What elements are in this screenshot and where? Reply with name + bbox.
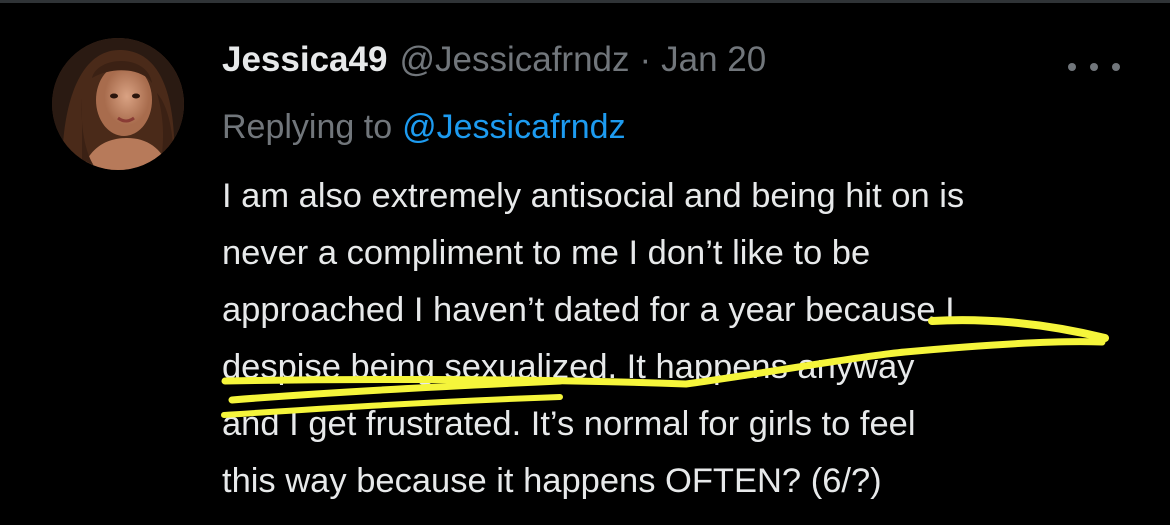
avatar-image [52, 38, 184, 170]
tweet-text-line: never a compliment to me I don’t like to… [222, 234, 871, 272]
tweet-text-line: I am also extremely antisocial and being… [222, 177, 965, 215]
tweet-text-line: this way because it happens OFTEN? (6/?) [222, 462, 882, 500]
tweet-text-line: despise being sexualized. It happens any… [222, 348, 915, 386]
timestamp[interactable]: Jan 20 [661, 40, 766, 80]
tweet-text-line: approached I haven’t dated for a year be… [222, 291, 955, 329]
tweet[interactable]: Jessica49 @Jessicafrndz · Jan 20 Replyin… [0, 0, 1170, 525]
tweet-text-line: and I get frustrated. It’s normal for gi… [222, 405, 916, 443]
tweet-text: I am also extremely antisocial and being… [222, 168, 1142, 510]
more-options-button[interactable] [1068, 52, 1120, 82]
display-name[interactable]: Jessica49 [222, 40, 387, 80]
ellipsis-icon [1068, 63, 1076, 71]
avatar[interactable] [52, 38, 184, 170]
reply-mention-link[interactable]: @Jessicafrndz [402, 108, 625, 146]
tweet-header: Jessica49 @Jessicafrndz · Jan 20 [222, 40, 766, 90]
ellipsis-icon [1112, 63, 1120, 71]
ellipsis-icon [1090, 63, 1098, 71]
user-handle[interactable]: @Jessicafrndz [399, 40, 629, 80]
separator-dot: · [639, 40, 652, 79]
replying-to: Replying to @Jessicafrndz [222, 108, 626, 147]
replying-to-label: Replying to [222, 108, 393, 146]
